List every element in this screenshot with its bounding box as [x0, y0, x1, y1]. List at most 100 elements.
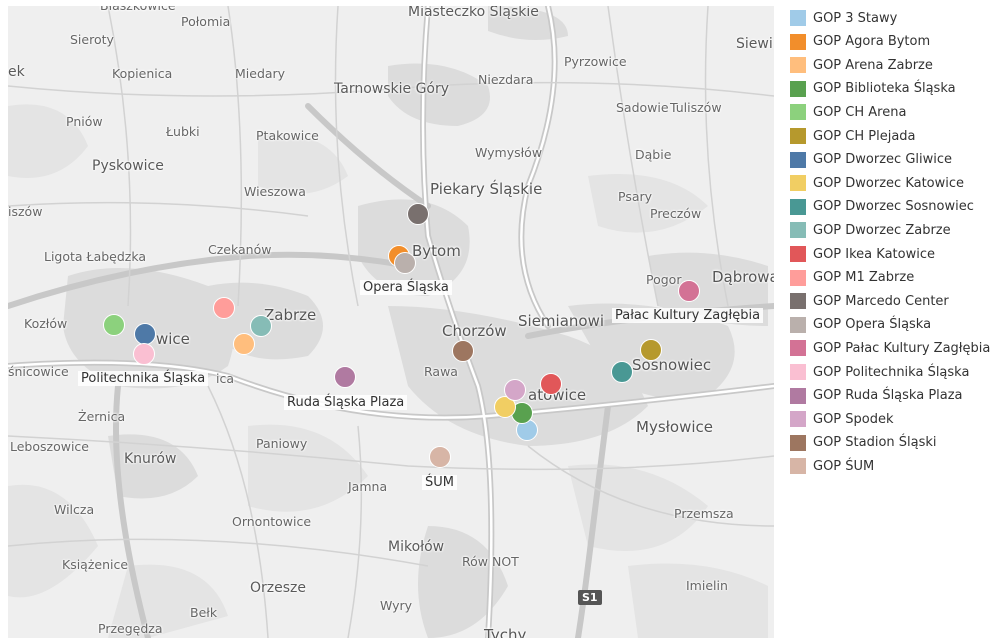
legend-swatch — [790, 10, 806, 26]
marker-sum[interactable] — [429, 446, 451, 468]
legend-label: GOP M1 Zabrze — [813, 270, 915, 286]
legend-swatch — [790, 340, 806, 357]
marker-ruda-slaska-plaza[interactable] — [334, 366, 356, 388]
place-label-dabie: Dąbie — [635, 147, 672, 162]
legend-label: GOP Ikea Katowice — [813, 246, 935, 262]
place-label-wilcza: Wilcza — [54, 502, 95, 517]
place-label-psary: Psary — [618, 189, 653, 204]
legend-item[interactable]: GOP ŚUM — [790, 456, 874, 476]
marker-ch-plejada[interactable] — [640, 339, 662, 361]
place-label-ligota: Ligota Łabędzka — [44, 249, 147, 264]
legend-item[interactable]: GOP CH Plejada — [790, 126, 916, 146]
place-label-wice: wice — [156, 330, 190, 348]
marker-marcedo-center[interactable] — [407, 203, 429, 225]
place-label-myslowice: Mysłowice — [636, 418, 713, 436]
place-label-lubki: Łubki — [166, 124, 200, 139]
marker-ikea-katowice[interactable] — [540, 373, 562, 395]
map-canvas[interactable]: Błaszkowice Połomia Miasteczko Śląskie S… — [8, 6, 774, 638]
place-label-ornontowice: Ornontowice — [232, 514, 312, 529]
place-label-chorzow: Chorzów — [442, 322, 507, 340]
legend-label: GOP Agora Bytom — [813, 34, 931, 50]
place-label-mikolow: Mikołów — [388, 539, 445, 555]
marker-politechnika-slaska[interactable] — [133, 343, 155, 365]
place-label-blaszkowice: Błaszkowice — [100, 6, 176, 13]
marker-dworzec-gliwice[interactable] — [134, 323, 156, 345]
legend-swatch — [790, 434, 806, 451]
legend-item[interactable]: GOP Dworzec Gliwice — [790, 150, 952, 170]
place-label-knurow: Knurów — [124, 451, 177, 467]
place-label-piekary: Piekary Śląskie — [430, 180, 543, 198]
legend-swatch — [790, 104, 806, 121]
marker-dworzec-zabrze[interactable] — [250, 315, 272, 337]
legend-item[interactable]: GOP Politechnika Śląska — [790, 362, 969, 382]
place-label-rownot: Rów NOT — [462, 554, 519, 569]
legend-swatch — [790, 175, 806, 192]
legend-swatch — [790, 80, 806, 97]
place-label-jamna: Jamna — [348, 479, 388, 494]
place-label-niezdara: Niezdara — [478, 72, 534, 87]
legend-item[interactable]: GOP Dworzec Katowice — [790, 173, 964, 193]
legend-item[interactable]: GOP Agora Bytom — [790, 32, 930, 52]
place-label-czekanow: Czekanów — [208, 242, 272, 257]
legend-label: GOP Dworzec Katowice — [813, 175, 965, 191]
legend-swatch — [790, 293, 806, 310]
legend-label: GOP Dworzec Gliwice — [813, 152, 953, 168]
marker-m1-zabrze[interactable] — [213, 297, 235, 319]
legend-label: GOP Biblioteka Śląska — [813, 81, 956, 97]
legend-label: GOP Ruda Śląska Plaza — [813, 388, 963, 404]
legend-swatch — [790, 411, 806, 428]
legend-item[interactable]: GOP 3 Stawy — [790, 8, 897, 28]
place-label-pyskowice: Pyskowice — [92, 158, 164, 174]
place-label-dabrowa: Dąbrowa — [712, 268, 774, 286]
place-label-bytom: Bytom — [412, 242, 461, 260]
legend-item[interactable]: GOP Opera Śląska — [790, 315, 931, 335]
place-label-snicowice: śnicowice — [8, 364, 69, 379]
place-label-zernica: Żernica — [78, 409, 126, 424]
legend-item[interactable]: GOP Dworzec Zabrze — [790, 220, 951, 240]
place-label-przemsza: Przemsza — [674, 506, 734, 521]
legend-label: GOP Marcedo Center — [813, 293, 949, 309]
legend-swatch — [790, 458, 806, 475]
legend-item[interactable]: GOP Biblioteka Śląska — [790, 79, 956, 99]
place-label-siemianowi: Siemianowi — [518, 312, 605, 330]
legend-item[interactable]: GOP CH Arena — [790, 102, 906, 122]
marker-dworzec-sosnowiec[interactable] — [611, 361, 633, 383]
place-label-wieszowa: Wieszowa — [244, 184, 306, 199]
marker-spodek[interactable] — [504, 379, 526, 401]
place-label-paniowy: Paniowy — [256, 436, 308, 451]
marker-ch-arena[interactable] — [103, 314, 125, 336]
legend-item[interactable]: GOP Pałac Kultury Zagłębia — [790, 338, 990, 358]
legend-swatch — [790, 316, 806, 333]
place-label-ek: ek — [8, 64, 25, 80]
legend-label: GOP Politechnika Śląska — [813, 364, 970, 380]
place-label-ica: ica — [216, 371, 235, 386]
place-label-sadowie: Sadowie — [616, 100, 669, 115]
legend-swatch — [790, 33, 806, 50]
legend-item[interactable]: GOP Marcedo Center — [790, 291, 949, 311]
legend-label: GOP Stadion Śląski — [813, 435, 937, 451]
legend-item[interactable]: GOP M1 Zabrze — [790, 268, 914, 288]
place-label-kopienica: Kopienica — [112, 66, 173, 81]
legend-item[interactable]: GOP Stadion Śląski — [790, 433, 937, 453]
legend-item[interactable]: GOP Ikea Katowice — [790, 244, 935, 264]
place-label-orzesze: Orzesze — [250, 580, 306, 596]
legend-item[interactable]: GOP Dworzec Sosnowiec — [790, 197, 974, 217]
place-label-polomia: Połomia — [181, 14, 231, 29]
place-label-miasteczko: Miasteczko Śląskie — [408, 6, 539, 20]
legend-item[interactable]: GOP Ruda Śląska Plaza — [790, 386, 963, 406]
marker-stadion-slaski[interactable] — [452, 340, 474, 362]
legend-label: GOP Opera Śląska — [813, 317, 932, 333]
marker-arena-zabrze[interactable] — [233, 333, 255, 355]
legend-label: GOP Arena Zabrze — [813, 57, 933, 73]
marker-palac-kultury[interactable] — [678, 280, 700, 302]
place-label-rawa: Rawa — [424, 364, 458, 379]
legend-label: GOP Dworzec Zabrze — [813, 222, 951, 238]
legend-swatch — [790, 222, 806, 239]
legend-label: GOP Dworzec Sosnowiec — [813, 199, 974, 215]
place-label-wyry: Wyry — [380, 598, 413, 613]
legend-swatch — [790, 364, 806, 380]
marker-opera-slaska[interactable] — [394, 252, 416, 274]
legend-item[interactable]: GOP Spodek — [790, 409, 894, 429]
place-label-tarnowskie: Tarnowskie Góry — [334, 81, 450, 97]
legend-item[interactable]: GOP Arena Zabrze — [790, 55, 933, 75]
